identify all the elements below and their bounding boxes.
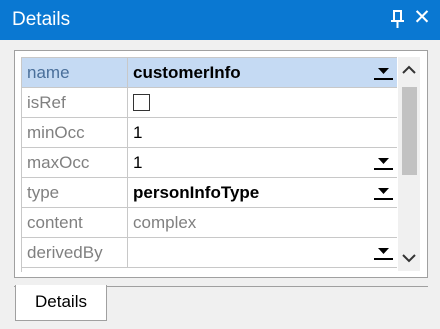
chevron-down-icon (378, 158, 389, 164)
property-row-name[interactable]: name customerInfo (22, 58, 397, 88)
property-label: content (22, 208, 128, 237)
property-row-isref[interactable]: isRef (22, 88, 397, 118)
property-grid: name customerInfo isRef minOcc 1 maxOcc … (21, 57, 397, 272)
scroll-up-icon[interactable] (398, 59, 420, 81)
property-label: type (22, 178, 128, 207)
dropdown-button[interactable] (374, 155, 393, 170)
close-icon[interactable]: ✕ (411, 6, 433, 30)
scroll-down-icon[interactable] (398, 247, 420, 269)
property-label: name (22, 58, 128, 87)
scrollbar-thumb[interactable] (402, 87, 417, 175)
dropdown-button[interactable] (374, 65, 393, 80)
property-value[interactable] (128, 238, 397, 267)
property-label: derivedBy (22, 238, 128, 267)
property-row-content: content complex (22, 208, 397, 238)
property-grid-frame: name customerInfo isRef minOcc 1 maxOcc … (14, 50, 428, 278)
property-row-type[interactable]: type personInfoType (22, 178, 397, 208)
property-value[interactable] (128, 88, 397, 117)
property-value[interactable]: 1 (128, 118, 397, 147)
property-row-minocc[interactable]: minOcc 1 (22, 118, 397, 148)
details-panel: Details ✕ name customerInfo isRef minOcc… (0, 0, 440, 329)
property-value[interactable]: 1 (128, 148, 397, 177)
property-value[interactable]: customerInfo (128, 58, 397, 87)
name-value: customerInfo (133, 63, 241, 82)
property-value: complex (133, 213, 197, 232)
panel-title: Details (12, 9, 71, 30)
type-value: personInfoType (133, 183, 260, 202)
property-row-maxocc[interactable]: maxOcc 1 (22, 148, 397, 178)
chevron-down-icon (378, 188, 389, 194)
chevron-down-icon (378, 248, 389, 254)
property-label: isRef (22, 88, 128, 117)
vertical-scrollbar[interactable] (398, 57, 420, 271)
panel-titlebar: Details ✕ (0, 0, 440, 40)
property-row-derivedby[interactable]: derivedBy (22, 238, 397, 268)
property-value[interactable]: personInfoType (128, 178, 397, 207)
isref-checkbox[interactable] (133, 94, 150, 111)
pin-icon[interactable] (389, 8, 407, 30)
chevron-down-icon (378, 68, 389, 74)
dropdown-button[interactable] (374, 185, 393, 200)
property-label: minOcc (22, 118, 128, 147)
property-label: maxOcc (22, 148, 128, 177)
dropdown-button[interactable] (374, 245, 393, 260)
tab-details[interactable]: Details (15, 285, 107, 321)
maxocc-value: 1 (133, 153, 143, 172)
